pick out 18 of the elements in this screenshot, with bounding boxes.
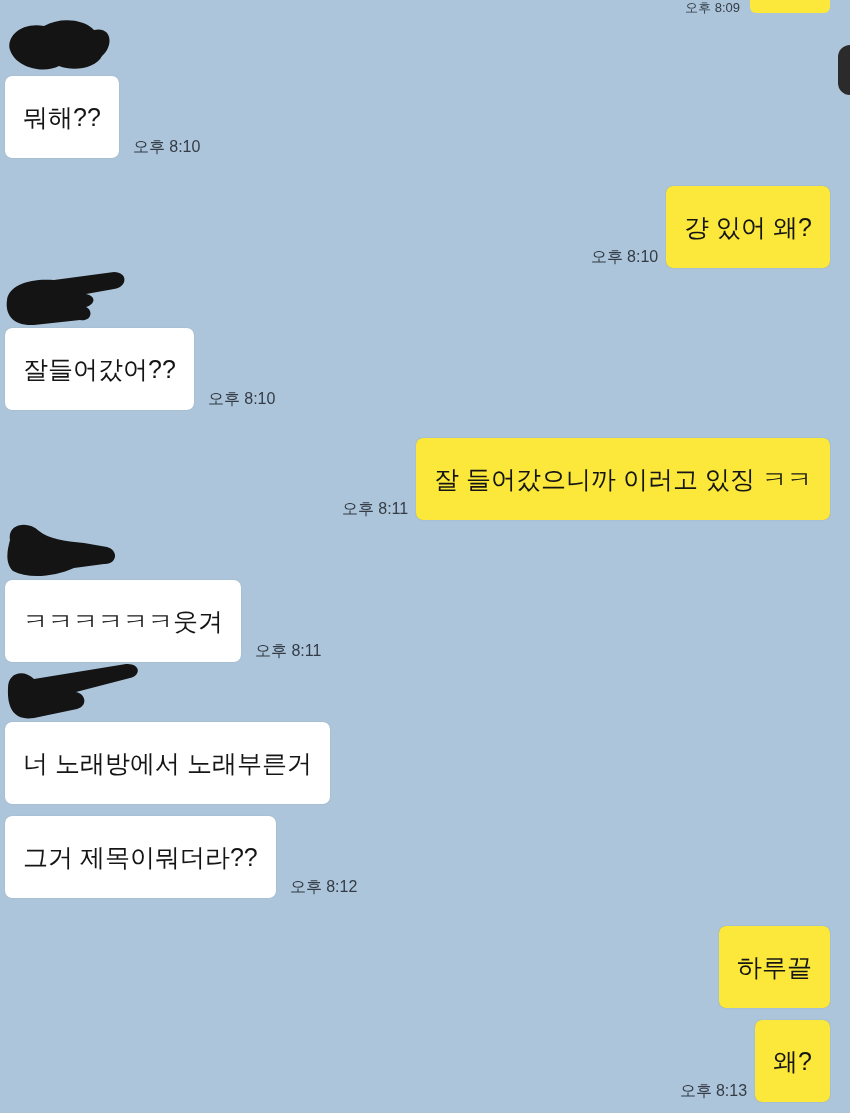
message-bubble: 그거 제목이뭐더라??: [5, 816, 276, 898]
message-time: 오후 8:10: [132, 138, 201, 156]
message-time: 오후 8:12: [289, 878, 358, 896]
message-time: 오후 8:09: [685, 0, 740, 15]
message-bubble: 잘들어갔어??: [5, 328, 194, 410]
message-bubble: 잘 들어갔으니까 이러고 있징 ㅋㅋ: [416, 438, 830, 520]
message-time: 오후 8:13: [679, 1082, 748, 1100]
message-bubble: 왜?: [755, 1020, 830, 1102]
message-bubble: ㅋㅋㅋㅋㅋㅋ웃겨: [5, 580, 241, 662]
message-bubble: 뭐해??: [5, 76, 119, 158]
message-time: 오후 8:10: [207, 390, 276, 408]
message-bubble: 걍 있어 왜?: [666, 186, 830, 268]
message-bubble: 하루끝: [719, 926, 830, 1008]
message-time: 오후 8:11: [255, 642, 322, 660]
message-time: 오후 8:11: [341, 500, 409, 518]
message-bubble: 너 노래방에서 노래부른거: [5, 722, 330, 804]
message-time: 오후 8:10: [590, 248, 659, 266]
scroll-thumb[interactable]: [838, 45, 850, 95]
